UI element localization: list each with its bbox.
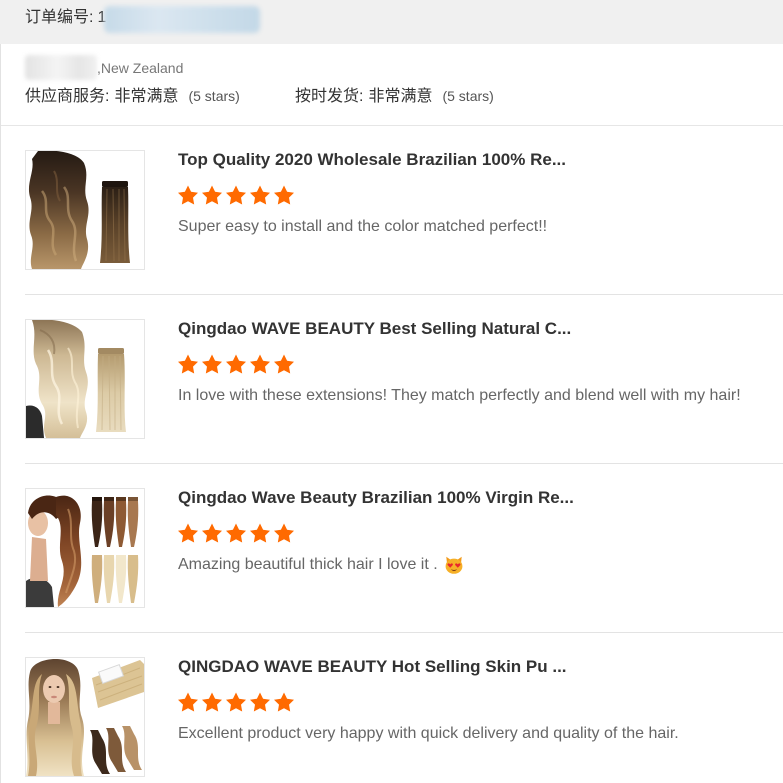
review-comment: Amazing beautiful thick hair I love it . xyxy=(178,555,574,575)
star-icon xyxy=(202,523,222,543)
star-icon xyxy=(226,185,246,205)
review-comment: In love with these extensions! They matc… xyxy=(178,386,741,406)
star-icon xyxy=(274,523,294,543)
review-content: Top Quality 2020 Wholesale Brazilian 100… xyxy=(178,150,566,270)
star-icon xyxy=(226,692,246,712)
star-icon xyxy=(226,354,246,374)
product-image[interactable] xyxy=(25,488,145,608)
on-time-delivery-rating: 按时发货: 非常满意 (5 stars) xyxy=(295,84,494,109)
product-title-link[interactable]: QINGDAO WAVE BEAUTY Hot Selling Skin Pu … xyxy=(178,657,679,677)
supplier-ratings: 供应商服务: 非常满意 (5 stars) 按时发货: 非常满意 (5 stars) xyxy=(25,84,494,109)
blonde-wavy-hair-photo xyxy=(26,320,144,438)
star-icon xyxy=(202,692,222,712)
star-icon xyxy=(178,354,198,374)
review-comment-text: Super easy to install and the color matc… xyxy=(178,218,548,235)
review-comment-text: In love with these extensions! They matc… xyxy=(178,387,741,404)
buyer-info-section: ,New Zealand 供应商服务: 非常满意 (5 stars) 按时发货: 非常… xyxy=(1,44,783,126)
star-icon xyxy=(226,523,246,543)
review-comment-text: Excellent product very happy with quick … xyxy=(178,725,679,742)
rating-stars-text: (5 stars) xyxy=(188,88,240,104)
balayage-tape-in-hair-photo xyxy=(26,658,144,776)
rating-label: 按时发货: xyxy=(295,88,364,105)
order-number-label: 订单编号: xyxy=(25,9,94,26)
review-item: Qingdao Wave Beauty Brazilian 100% Virgi… xyxy=(25,464,783,633)
star-rating xyxy=(178,354,741,374)
rating-stars-text: (5 stars) xyxy=(442,88,494,104)
rating-label: 供应商服务: xyxy=(25,88,110,105)
blonde-balayage-model xyxy=(26,658,84,776)
star-rating xyxy=(178,523,574,543)
review-comment-text: Amazing beautiful thick hair I love it . xyxy=(178,556,438,573)
review-panel: ,New Zealand 供应商服务: 非常满意 (5 stars) 按时发货: 非常… xyxy=(0,44,783,783)
star-icon xyxy=(274,185,294,205)
star-icon xyxy=(202,354,222,374)
product-title-link[interactable]: Qingdao WAVE BEAUTY Best Selling Natural… xyxy=(178,319,741,339)
product-title-link[interactable]: Top Quality 2020 Wholesale Brazilian 100… xyxy=(178,150,566,170)
star-icon xyxy=(274,354,294,374)
heart-eyes-cat-emoji-icon xyxy=(444,555,464,575)
wavy-hair-model xyxy=(29,151,89,269)
review-item: Top Quality 2020 Wholesale Brazilian 100… xyxy=(25,126,783,295)
star-icon xyxy=(250,523,270,543)
redacted-order-number xyxy=(104,6,260,33)
order-header: 订单编号: 1 xyxy=(0,0,783,44)
review-content: Qingdao WAVE BEAUTY Best Selling Natural… xyxy=(178,319,741,439)
review-comment: Super easy to install and the color matc… xyxy=(178,217,566,237)
review-list: Top Quality 2020 Wholesale Brazilian 100… xyxy=(1,126,783,777)
star-icon xyxy=(202,185,222,205)
star-icon xyxy=(250,692,270,712)
product-image[interactable] xyxy=(25,150,145,270)
ombre-wavy-hair-photo xyxy=(26,151,144,269)
product-image[interactable] xyxy=(25,657,145,777)
star-icon xyxy=(178,692,198,712)
review-item: QINGDAO WAVE BEAUTY Hot Selling Skin Pu … xyxy=(25,633,783,777)
product-title-link[interactable]: Qingdao Wave Beauty Brazilian 100% Virgi… xyxy=(178,488,574,508)
rating-value: 非常满意 xyxy=(114,88,179,105)
star-icon xyxy=(250,185,270,205)
redacted-buyer-name xyxy=(25,55,97,80)
review-content: QINGDAO WAVE BEAUTY Hot Selling Skin Pu … xyxy=(178,657,679,777)
star-icon xyxy=(250,354,270,374)
star-rating xyxy=(178,185,566,205)
star-icon xyxy=(178,185,198,205)
star-rating xyxy=(178,692,679,712)
order-number-row: 订单编号: 1 xyxy=(25,0,106,36)
buyer-location: ,New Zealand xyxy=(97,60,184,76)
review-comment: Excellent product very happy with quick … xyxy=(178,724,679,744)
supplier-service-rating: 供应商服务: 非常满意 (5 stars) xyxy=(25,84,295,109)
review-item: Qingdao WAVE BEAUTY Best Selling Natural… xyxy=(25,295,783,464)
clip-in-hair-weft xyxy=(96,348,126,432)
ponytail-extension-photo xyxy=(26,489,144,607)
clip-in-hair-weft xyxy=(100,181,130,263)
star-icon xyxy=(274,692,294,712)
product-image[interactable] xyxy=(25,319,145,439)
rating-value: 非常满意 xyxy=(368,88,433,105)
star-icon xyxy=(178,523,198,543)
review-content: Qingdao Wave Beauty Brazilian 100% Virgi… xyxy=(178,488,574,608)
